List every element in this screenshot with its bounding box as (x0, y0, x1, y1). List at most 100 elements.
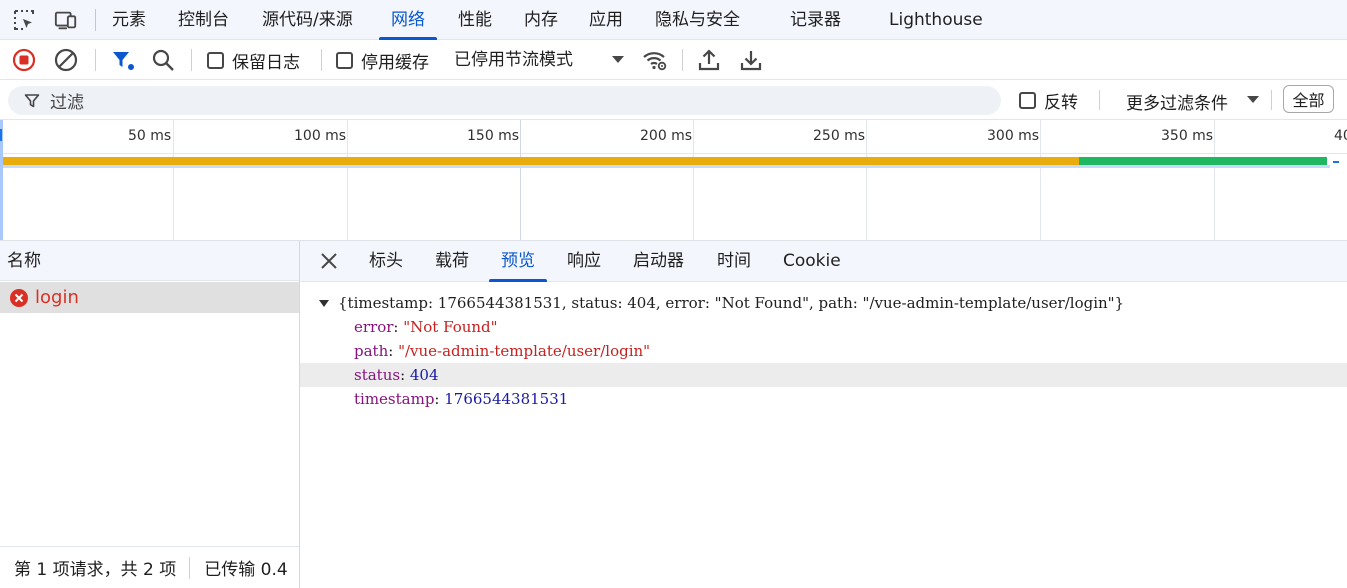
disable-cache-checkbox[interactable]: 停用缓存 (336, 49, 429, 73)
resource-type-all-button[interactable]: 全部 (1283, 85, 1334, 113)
request-list-panel: 名称 login 第 1 项请求，共 2 项 已传输 0.4 (0, 241, 300, 588)
network-conditions-button[interactable] (642, 48, 668, 72)
tab-console[interactable]: 控制台 (178, 0, 229, 40)
tab-response[interactable]: 响应 (567, 241, 601, 282)
status-bar: 第 1 项请求，共 2 项 已传输 0.4 (0, 546, 299, 588)
name-column-header[interactable]: 名称 (0, 241, 299, 281)
tab-application[interactable]: 应用 (589, 0, 623, 40)
invert-label: 反转 (1044, 92, 1078, 113)
timeline-tick-label: 40 (1334, 128, 1347, 144)
tab-initiator[interactable]: 启动器 (633, 241, 684, 282)
tab-payload[interactable]: 载荷 (435, 241, 469, 282)
tab-lighthouse[interactable]: Lighthouse (889, 0, 983, 40)
filter-bar: 过滤 反转 更多过滤条件 全部 (0, 80, 1347, 120)
tab-elements[interactable]: 元素 (112, 0, 146, 40)
checkbox-box[interactable] (1019, 91, 1036, 109)
filter-input[interactable]: 过滤 (8, 86, 1001, 115)
json-property-line[interactable]: timestamp: 1766544381531 (300, 387, 1347, 411)
json-property: status: 404 (354, 363, 439, 387)
wifi-settings-icon (643, 52, 667, 71)
request-row[interactable]: login (0, 282, 299, 313)
network-overview-timeline[interactable]: 50 ms 100 ms 150 ms 200 ms 250 ms 300 ms… (0, 120, 1347, 241)
export-har-button[interactable] (738, 48, 764, 72)
more-filters-dropdown[interactable]: 更多过滤条件 (1126, 89, 1228, 114)
toolbar-separator (321, 49, 322, 71)
disable-cache-label: 停用缓存 (361, 52, 429, 73)
toolbar-separator (191, 49, 192, 71)
json-root-line[interactable]: {timestamp: 1766544381531, status: 404, … (300, 291, 1347, 315)
download-icon (740, 51, 762, 71)
timeline-tick-label: 200 ms (640, 128, 693, 144)
invert-checkbox[interactable]: 反转 (1019, 89, 1078, 113)
json-key: timestamp (354, 390, 435, 408)
tab-cookies[interactable]: Cookie (783, 241, 841, 282)
json-property: timestamp: 1766544381531 (354, 387, 568, 411)
search-button[interactable] (150, 48, 176, 72)
tabbar-separator (95, 9, 96, 31)
tab-headers[interactable]: 标头 (369, 241, 403, 282)
timeline-gridline (866, 120, 867, 240)
inspect-element-icon[interactable] (12, 8, 36, 32)
devtools-panel-tabbar: 元素 控制台 源代码/来源 网络 性能 内存 应用 隐私与安全 记录器 Ligh… (0, 0, 1347, 40)
filter-icon (24, 93, 40, 107)
clear-button[interactable] (53, 48, 79, 72)
chevron-down-icon[interactable] (1247, 96, 1259, 103)
filter-separator (1271, 90, 1272, 110)
json-value: "Not Found" (403, 318, 498, 336)
checkbox-box[interactable] (207, 51, 224, 69)
tab-network[interactable]: 网络 (379, 0, 437, 40)
tab-recorder[interactable]: 记录器 (790, 0, 841, 40)
details-tabbar: 标头 载荷 预览 响应 启动器 时间 Cookie (300, 241, 1347, 282)
throttling-select[interactable]: 已停用节流模式 (454, 49, 573, 71)
record-stop-icon (12, 48, 36, 72)
tab-sources[interactable]: 源代码/来源 (262, 0, 353, 40)
json-colon: : (388, 342, 399, 360)
filter-toggle-button[interactable] (110, 48, 136, 72)
timeline-tick-label: 350 ms (1161, 128, 1214, 144)
request-waiting-bar (3, 157, 1079, 165)
json-value: "/vue-admin-template/user/login" (398, 342, 651, 360)
timeline-range-handle[interactable] (0, 120, 3, 240)
timeline-tick-label: 100 ms (294, 128, 347, 144)
json-value: 1766544381531 (444, 390, 569, 408)
tab-memory[interactable]: 内存 (524, 0, 558, 40)
close-icon (321, 253, 337, 269)
json-key: status (354, 366, 401, 384)
timeline-tick-label: 50 ms (128, 128, 172, 144)
json-key: error (354, 318, 394, 336)
json-property-line[interactable]: error: "Not Found" (300, 315, 1347, 339)
json-value: 404 (409, 366, 439, 384)
search-icon (152, 49, 174, 71)
tab-timing[interactable]: 时间 (717, 241, 751, 282)
request-timing-track (3, 165, 1330, 168)
close-details-button[interactable] (318, 250, 340, 272)
tab-performance[interactable]: 性能 (458, 0, 492, 40)
json-colon: : (400, 366, 410, 384)
clear-icon (54, 48, 78, 72)
import-har-button[interactable] (696, 48, 722, 72)
request-download-bar (1079, 157, 1327, 165)
timeline-gridline (1214, 120, 1215, 240)
json-summary: {timestamp: 1766544381531, status: 404, … (338, 294, 1125, 312)
tab-preview[interactable]: 预览 (489, 241, 547, 282)
transferred-size: 已传输 0.4 (204, 560, 288, 580)
chevron-down-icon[interactable] (612, 56, 624, 63)
json-colon: : (393, 318, 404, 336)
timeline-gridline (1040, 120, 1041, 240)
json-property: path: "/vue-admin-template/user/login" (354, 339, 650, 363)
timeline-gridline (347, 120, 348, 240)
preserve-log-checkbox[interactable]: 保留日志 (207, 49, 300, 73)
checkbox-box[interactable] (336, 51, 353, 69)
json-property-line[interactable]: path: "/vue-admin-template/user/login" (300, 339, 1347, 363)
stop-recording-button[interactable] (11, 48, 37, 72)
request-name: login (35, 287, 79, 308)
json-property-line[interactable]: status: 404 (300, 363, 1347, 387)
json-property: error: "Not Found" (354, 315, 498, 339)
device-toolbar-icon[interactable] (54, 8, 78, 32)
expand-toggle-icon[interactable] (319, 300, 329, 307)
json-colon: : (434, 390, 445, 408)
upload-icon (698, 49, 720, 71)
json-key: path (354, 342, 389, 360)
tab-privacy-security[interactable]: 隐私与安全 (655, 0, 740, 40)
timeline-gridline (520, 120, 521, 240)
